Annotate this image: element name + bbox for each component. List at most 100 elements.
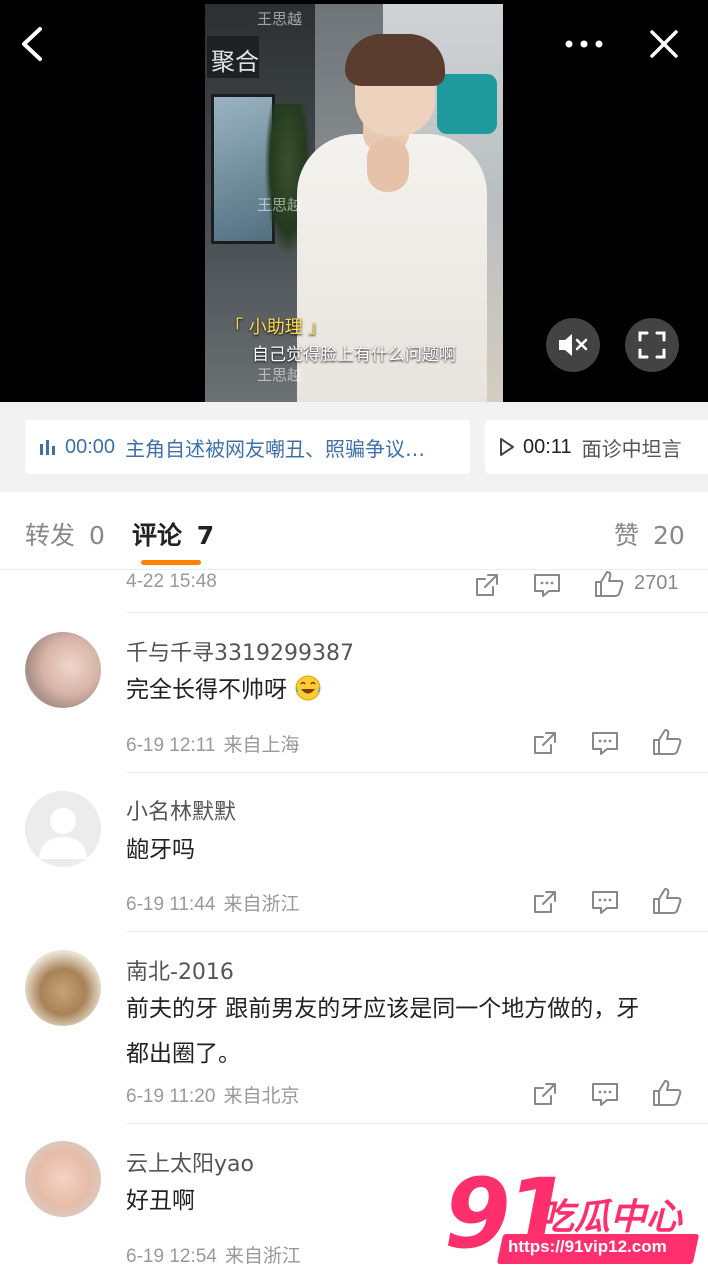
comment-divider (126, 931, 708, 932)
comment-text: 前夫的牙 跟前男友的牙应该是同一个地方做的，牙都出圈了。 (126, 996, 640, 1067)
tab-comments[interactable]: 评论 7 (132, 516, 214, 552)
tab-comments-label: 评论 (132, 521, 183, 550)
video-scene-display (437, 74, 497, 134)
video-person-hair (345, 34, 445, 86)
comment-icon (534, 574, 560, 597)
tab-repost-label: 转发 (25, 521, 76, 550)
comment-divider (126, 612, 708, 613)
fullscreen-icon (638, 331, 666, 359)
comment-icon (592, 891, 618, 914)
reply-button[interactable] (530, 570, 564, 602)
comment-meta: 6-19 11:44 来自浙江 (126, 889, 299, 916)
laugh-cry-emoji-icon (295, 675, 321, 701)
video-watermark: 王思越 (257, 10, 303, 28)
video-watermark: 王思越 (257, 196, 303, 214)
comment-icon (592, 732, 618, 755)
tab-repost-count: 0 (88, 521, 105, 550)
thumbs-up-icon (595, 571, 624, 597)
comment-time: 6-19 11:44 (126, 894, 216, 915)
avatar[interactable] (25, 950, 101, 1026)
close-icon (650, 30, 678, 58)
thumbs-up-icon (653, 729, 682, 755)
video-subtitle-tag: 「 小助理 」 (225, 317, 327, 338)
tab-active-indicator (141, 560, 201, 565)
comment-nickname[interactable]: 小名林默默 (126, 794, 236, 826)
reply-button[interactable] (588, 1077, 622, 1111)
mute-button[interactable] (546, 318, 600, 372)
like-button[interactable] (592, 570, 626, 601)
comment-nickname[interactable]: 云上太阳yao (126, 1146, 254, 1178)
fullscreen-button[interactable] (625, 318, 679, 372)
comment-body: 完全长得不帅呀 (126, 677, 287, 703)
avatar[interactable] (25, 791, 101, 867)
chapter-title: 主角自述被网友嘲丑、照骗争议… (125, 436, 426, 461)
comment-meta: 6-19 12:11 来自上海 (126, 730, 299, 757)
share-button[interactable] (528, 885, 562, 919)
more-dots-icon (565, 40, 603, 48)
chapter-time: 00:11 (523, 435, 572, 458)
speaker-muted-icon (559, 334, 588, 356)
comment-nickname[interactable]: 南北-2016 (126, 954, 234, 986)
comment-nickname[interactable]: 千与千寻3319299387 (126, 635, 354, 667)
comment-location: 来自上海 (223, 734, 300, 756)
logo-url: https://91vip12.com (508, 1237, 667, 1256)
comment-divider (126, 1123, 708, 1124)
comment-icon (592, 1083, 618, 1106)
chapter-strip[interactable]: 00:00 主角自述被网友嘲丑、照骗争议… 00:11 面诊中坦言 (0, 402, 708, 492)
comment-divider (126, 772, 708, 773)
playing-bars-icon (40, 440, 55, 455)
tab-likes-count: 20 (652, 521, 685, 550)
logo-text: 吃瓜中心 (538, 1197, 683, 1238)
comment-time: 6-19 12:54 (126, 1246, 217, 1267)
comment-location: 来自浙江 (224, 1245, 301, 1267)
tab-likes-label: 赞 (614, 521, 640, 550)
comment-meta: 6-19 11:20 来自北京 (126, 1081, 299, 1108)
thumbs-up-icon (653, 888, 682, 914)
video-person-hand (367, 138, 409, 192)
share-button[interactable] (470, 570, 504, 602)
share-button[interactable] (528, 1077, 562, 1111)
like-button[interactable] (650, 1076, 684, 1110)
chapter-item-active[interactable]: 00:00 主角自述被网友嘲丑、照骗争议… (25, 420, 470, 474)
more-button[interactable] (562, 22, 606, 66)
chapter-item[interactable]: 00:11 面诊中坦言 (485, 420, 708, 474)
video-scene-sign: 聚合 (207, 36, 259, 78)
chapter-title: 面诊中坦言 (581, 436, 682, 461)
comment-location: 来自北京 (223, 1085, 300, 1107)
share-icon (476, 574, 498, 596)
share-button[interactable] (528, 726, 562, 760)
play-icon (500, 438, 514, 456)
like-button[interactable] (650, 884, 684, 918)
video-player[interactable]: 聚合 王思越 王思越 王思越 「 小助理 」 自己觉得脸上有什么问题啊 (0, 0, 708, 402)
reply-button[interactable] (588, 885, 622, 919)
comment-time: 4-22 15:48 (126, 571, 217, 592)
avatar[interactable] (25, 1141, 101, 1217)
video-subtitle: 自己觉得脸上有什么问题啊 (252, 345, 456, 365)
comment-time: 6-19 11:20 (126, 1086, 216, 1107)
tab-likes[interactable]: 赞 20 (614, 516, 685, 552)
reply-button[interactable] (588, 726, 622, 760)
share-icon (534, 1083, 556, 1105)
tab-bar: 转发 0 评论 7 赞 20 (0, 492, 708, 570)
site-watermark-logo: 91 吃瓜中心 https://91vip12.com (440, 1158, 700, 1274)
tab-repost[interactable]: 转发 0 (25, 516, 105, 552)
comment-meta: 6-19 12:54 来自浙江 (126, 1241, 301, 1268)
like-count: 2701 (634, 572, 679, 594)
close-button[interactable] (642, 22, 686, 66)
share-icon (534, 891, 556, 913)
share-icon (534, 732, 556, 754)
back-button[interactable] (10, 22, 54, 66)
comment-location: 来自浙江 (223, 893, 300, 915)
default-avatar-icon (39, 808, 87, 859)
video-watermark: 王思越 (257, 366, 303, 384)
comment-text: 完全长得不帅呀 (126, 668, 648, 713)
comment-text: 龅牙吗 (126, 837, 195, 863)
like-button[interactable] (650, 725, 684, 759)
thumbs-up-icon (653, 1080, 682, 1106)
chapter-time: 00:00 (65, 435, 116, 458)
chevron-left-icon (22, 27, 42, 61)
comment-time: 6-19 12:11 (126, 735, 216, 756)
comment-meta: 4-22 15:48 (126, 571, 217, 593)
tab-comments-count: 7 (196, 521, 215, 550)
avatar[interactable] (25, 632, 101, 708)
